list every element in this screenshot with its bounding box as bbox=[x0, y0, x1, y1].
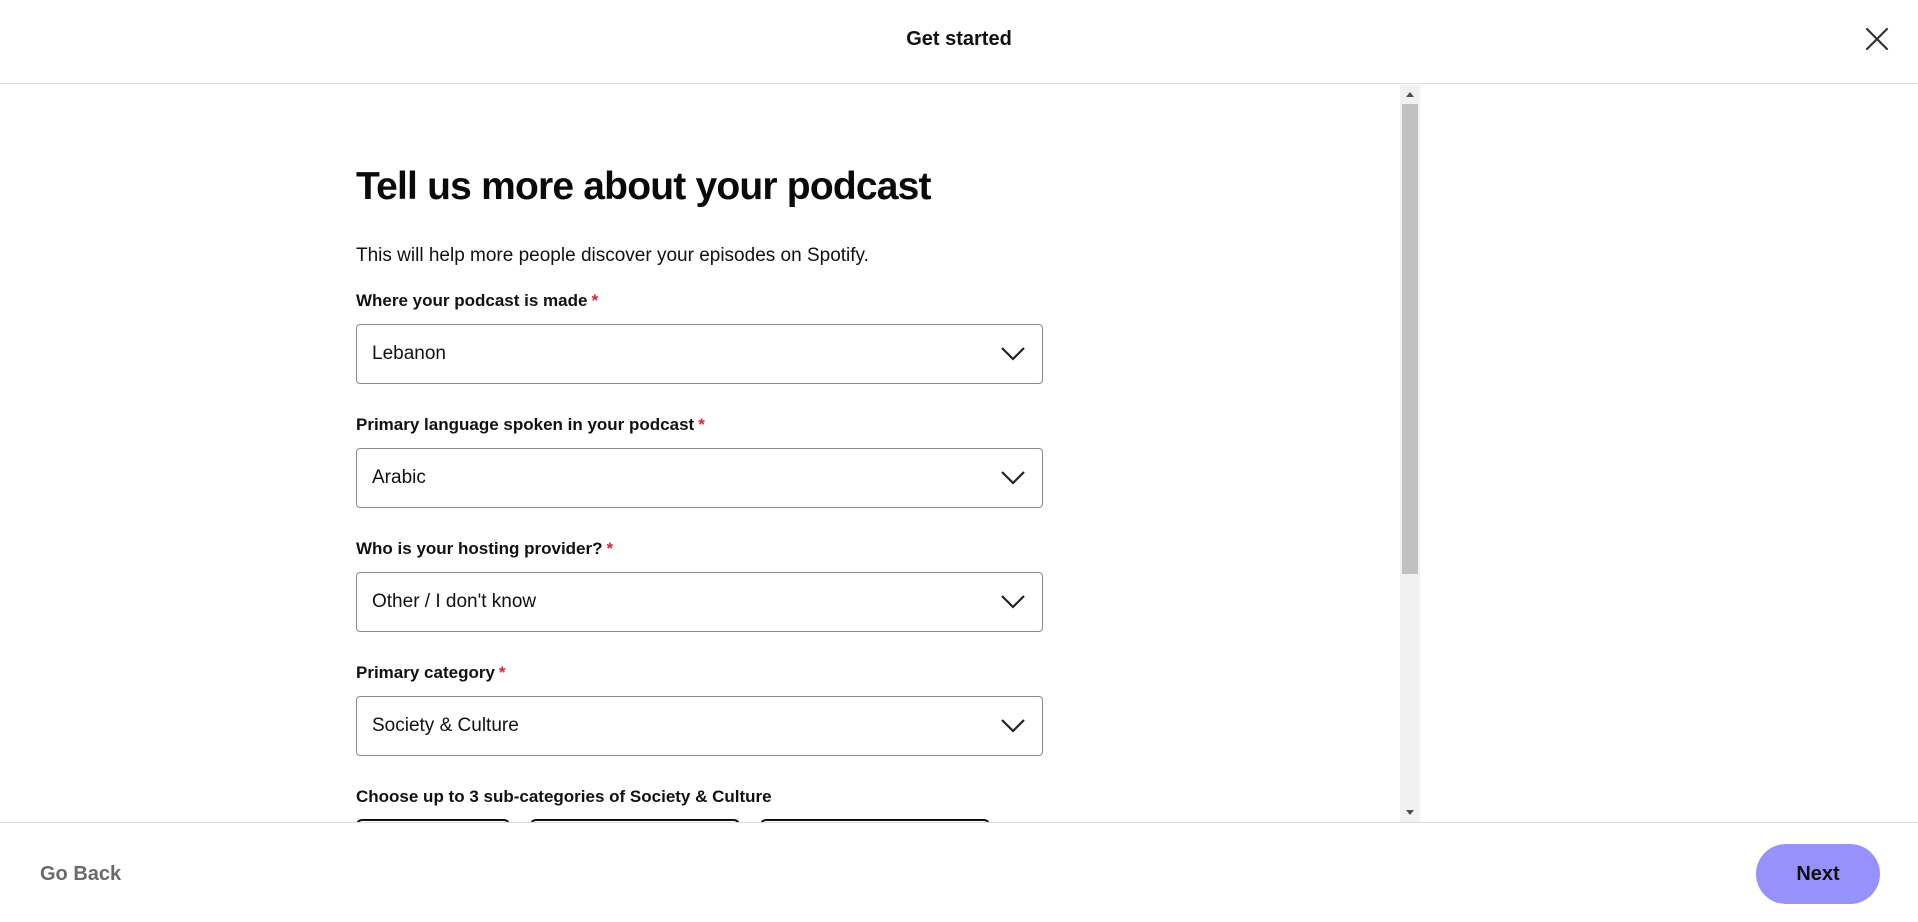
category-select[interactable]: Society & Culture bbox=[356, 696, 1043, 756]
subcategories-label: Choose up to 3 sub-categories of Society… bbox=[356, 787, 772, 806]
intro-text: This will help more people discover your… bbox=[356, 245, 869, 266]
scroll-up-arrow-icon[interactable] bbox=[1400, 87, 1420, 103]
country-label-text: Where your podcast is made bbox=[356, 291, 588, 310]
modal-title: Get started bbox=[906, 28, 1012, 50]
scroll-down-arrow-icon[interactable] bbox=[1400, 804, 1420, 820]
required-marker: * bbox=[498, 663, 506, 682]
required-marker: * bbox=[591, 291, 599, 310]
go-back-button[interactable]: Go Back bbox=[40, 863, 121, 886]
category-label: Primary category * bbox=[356, 663, 506, 683]
required-marker: * bbox=[606, 539, 614, 558]
language-label-text: Primary language spoken in your podcast bbox=[356, 415, 695, 434]
hosting-provider-label-text: Who is your hosting provider? bbox=[356, 539, 603, 558]
hosting-provider-select[interactable]: Other / I don't know bbox=[356, 572, 1043, 632]
category-select-value: Society & Culture bbox=[372, 715, 519, 736]
country-select-value: Lebanon bbox=[372, 343, 446, 364]
close-icon[interactable] bbox=[1862, 24, 1892, 54]
language-select-value: Arabic bbox=[372, 467, 426, 488]
language-label: Primary language spoken in your podcast * bbox=[356, 415, 705, 435]
country-select[interactable]: Lebanon bbox=[356, 324, 1043, 384]
chevron-down-icon bbox=[1001, 719, 1025, 733]
modal-footer: Go Back Next bbox=[0, 822, 1918, 922]
page-title: Tell us more about your podcast bbox=[356, 165, 932, 208]
hosting-provider-label: Who is your hosting provider? * bbox=[356, 539, 613, 559]
form-scroll-area: Tell us more about your podcast This wil… bbox=[0, 85, 1420, 822]
next-button[interactable]: Next bbox=[1756, 844, 1880, 904]
chevron-down-icon bbox=[1001, 471, 1025, 485]
chevron-down-icon bbox=[1001, 595, 1025, 609]
category-label-text: Primary category bbox=[356, 663, 495, 682]
hosting-provider-select-value: Other / I don't know bbox=[372, 591, 537, 612]
chevron-down-icon bbox=[1001, 347, 1025, 361]
country-label: Where your podcast is made * bbox=[356, 291, 598, 311]
scrollbar[interactable] bbox=[1400, 85, 1420, 822]
required-marker: * bbox=[698, 415, 705, 434]
language-select[interactable]: Arabic bbox=[356, 448, 1043, 508]
modal-header: Get started bbox=[0, 0, 1918, 84]
scrollbar-thumb[interactable] bbox=[1402, 104, 1418, 574]
